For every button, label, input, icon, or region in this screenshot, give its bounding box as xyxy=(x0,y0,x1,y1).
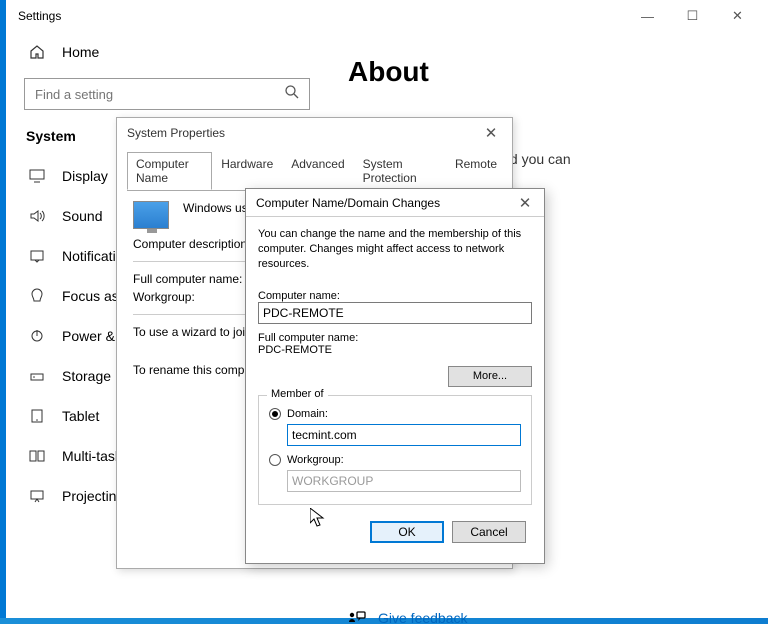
domdlg-desc: You can change the name and the membersh… xyxy=(258,227,532,272)
workgroup-label: Workgroup: xyxy=(133,290,253,304)
computer-description-label: Computer description: xyxy=(133,237,253,251)
more-button[interactable]: More... xyxy=(448,366,532,387)
tab-hardware[interactable]: Hardware xyxy=(212,152,282,190)
tab-advanced[interactable]: Advanced xyxy=(282,152,353,190)
close-button[interactable]: ✕ xyxy=(715,1,760,31)
storage-icon xyxy=(26,368,48,384)
give-feedback-link[interactable]: Give feedback xyxy=(348,610,748,626)
full-name-label: Full computer name: xyxy=(258,332,532,344)
full-name-label: Full computer name: xyxy=(133,272,253,286)
nav-home[interactable]: Home xyxy=(6,32,328,72)
nav-label: Display xyxy=(62,168,108,184)
workgroup-label: Workgroup: xyxy=(287,454,344,466)
settings-title: Settings xyxy=(14,9,625,23)
full-name-value: PDC-REMOTE xyxy=(258,344,532,356)
ok-button[interactable]: OK xyxy=(370,521,444,543)
monitor-icon xyxy=(133,201,169,229)
member-of-group: Member of Domain: Workgroup: xyxy=(258,395,532,505)
radio-selected-icon xyxy=(269,408,281,420)
home-icon xyxy=(26,44,48,60)
sysprop-titlebar[interactable]: System Properties ✕ xyxy=(117,118,512,148)
computer-name-input[interactable] xyxy=(258,302,532,324)
cancel-button[interactable]: Cancel xyxy=(452,521,526,543)
nav-home-label: Home xyxy=(62,44,99,60)
search-input[interactable] xyxy=(24,78,310,110)
tab-remote[interactable]: Remote xyxy=(446,152,506,190)
domdlg-titlebar[interactable]: Computer Name/Domain Changes ✕ xyxy=(246,189,544,217)
sysprop-title-text: System Properties xyxy=(127,126,476,140)
focus-assist-icon xyxy=(26,288,48,304)
member-of-legend: Member of xyxy=(267,388,328,400)
domain-radio[interactable]: Domain: xyxy=(269,408,521,420)
about-heading: About xyxy=(348,56,748,88)
domdlg-title-text: Computer Name/Domain Changes xyxy=(256,196,510,210)
close-icon[interactable]: ✕ xyxy=(476,124,506,142)
feedback-icon xyxy=(348,610,366,626)
search-icon[interactable] xyxy=(284,84,300,100)
tab-computer-name[interactable]: Computer Name xyxy=(127,152,212,190)
nav-label: Sound xyxy=(62,208,102,224)
multitasking-icon xyxy=(26,448,48,464)
domain-label: Domain: xyxy=(287,408,328,420)
domain-input[interactable] xyxy=(287,424,521,446)
notifications-icon xyxy=(26,248,48,264)
settings-titlebar: Settings — ☐ ✕ xyxy=(6,0,768,32)
nav-label: Tablet xyxy=(62,408,99,424)
sysprop-tabs: Computer Name Hardware Advanced System P… xyxy=(117,148,512,190)
computer-name-label: Computer name: xyxy=(258,290,532,302)
display-icon xyxy=(26,168,48,184)
feedback-label: Give feedback xyxy=(378,610,468,626)
sound-icon xyxy=(26,208,48,224)
power-icon xyxy=(26,328,48,344)
minimize-button[interactable]: — xyxy=(625,1,670,31)
radio-unselected-icon xyxy=(269,454,281,466)
workgroup-radio[interactable]: Workgroup: xyxy=(269,454,521,466)
close-icon[interactable]: ✕ xyxy=(510,194,540,212)
projecting-icon xyxy=(26,488,48,504)
workgroup-input xyxy=(287,470,521,492)
maximize-button[interactable]: ☐ xyxy=(670,1,715,31)
nav-label: Storage xyxy=(62,368,111,384)
domain-changes-dialog: Computer Name/Domain Changes ✕ You can c… xyxy=(245,188,545,564)
tablet-icon xyxy=(26,408,48,424)
tab-system-protection[interactable]: System Protection xyxy=(354,152,446,190)
